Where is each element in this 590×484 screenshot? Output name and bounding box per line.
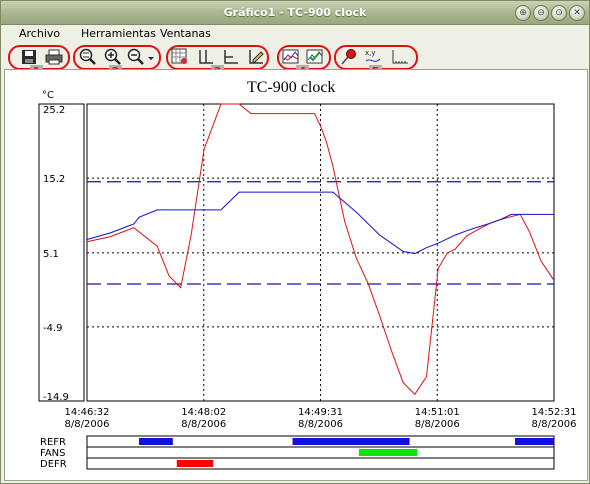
y-unit-label: °C <box>42 90 54 101</box>
channel-label: FANS <box>40 448 66 459</box>
channel-row-fans <box>86 446 555 459</box>
x-tick-time: 14:49:31 <box>298 407 343 418</box>
y-tick-label: -4.9 <box>43 323 63 334</box>
xy-label: x,y <box>365 49 376 57</box>
x-tick-date: 8/8/2006 <box>65 419 110 430</box>
print-icon[interactable] <box>43 46 65 68</box>
temperature-chart[interactable]: TC-900 clock °C 25.2 15.2 5.1 -4.9 -14.9 14:46:… <box>5 70 587 480</box>
zoom-fit-icon[interactable] <box>77 46 99 68</box>
app-window: Gráfico1 - TC-900 clock ⊕ ⊖ ⊙ ✕ Archivo … <box>0 0 590 484</box>
channel-row-defr <box>86 457 555 470</box>
x-tick-date: 8/8/2006 <box>298 419 343 430</box>
x-tick-date: 8/8/2006 <box>532 419 577 430</box>
channel-segment-refr <box>139 438 173 445</box>
chart-area: TC-900 clock °C 25.2 15.2 5.1 -4.9 -14.9 14:46:… <box>4 69 588 481</box>
menu-archivo[interactable]: Archivo <box>19 27 60 40</box>
channel-segment-fans <box>358 449 418 456</box>
edit-icon[interactable] <box>245 46 267 68</box>
channel-label: REFR <box>40 437 66 448</box>
y-tick-label: 5.1 <box>43 249 59 260</box>
y-tick-label: -14.9 <box>43 392 69 403</box>
y-tick-label: 25.2 <box>43 105 65 116</box>
title-bar[interactable]: Gráfico1 - TC-900 clock ⊕ ⊖ ⊙ ✕ <box>1 1 589 25</box>
x-tick-time: 14:46:32 <box>65 407 110 418</box>
close-button[interactable]: ✕ <box>569 5 585 21</box>
shade-button[interactable]: ⊕ <box>515 5 531 21</box>
x-tick-time: 14:52:31 <box>532 407 577 418</box>
menu-ventanas[interactable]: Ventanas <box>160 27 211 40</box>
maximize-button[interactable]: ⊙ <box>551 5 567 21</box>
window-title: Gráfico1 - TC-900 clock <box>223 6 367 19</box>
y-tick-label: 15.2 <box>43 174 65 185</box>
pin-icon[interactable] <box>338 46 360 68</box>
channel-label: DEFR <box>40 459 67 470</box>
chart-title: TC-900 clock <box>247 79 335 96</box>
channel-segment-refr <box>514 438 554 445</box>
x-tick-time: 14:48:02 <box>181 407 226 418</box>
menu-herramientas[interactable]: Herramientas <box>81 27 156 40</box>
zoom-out-icon[interactable] <box>126 46 156 68</box>
x-tick-date: 8/8/2006 <box>181 419 226 430</box>
minimize-button[interactable]: ⊖ <box>533 5 549 21</box>
channel-segment-defr <box>176 460 214 467</box>
scale-icon[interactable] <box>389 46 411 68</box>
grid-icon[interactable] <box>169 46 191 68</box>
menu-bar: Archivo Herramientas Ventanas <box>1 25 589 43</box>
x-tick-date: 8/8/2006 <box>415 419 460 430</box>
channel-segment-refr <box>292 438 410 445</box>
x-tick-time: 14:51:01 <box>415 407 460 418</box>
